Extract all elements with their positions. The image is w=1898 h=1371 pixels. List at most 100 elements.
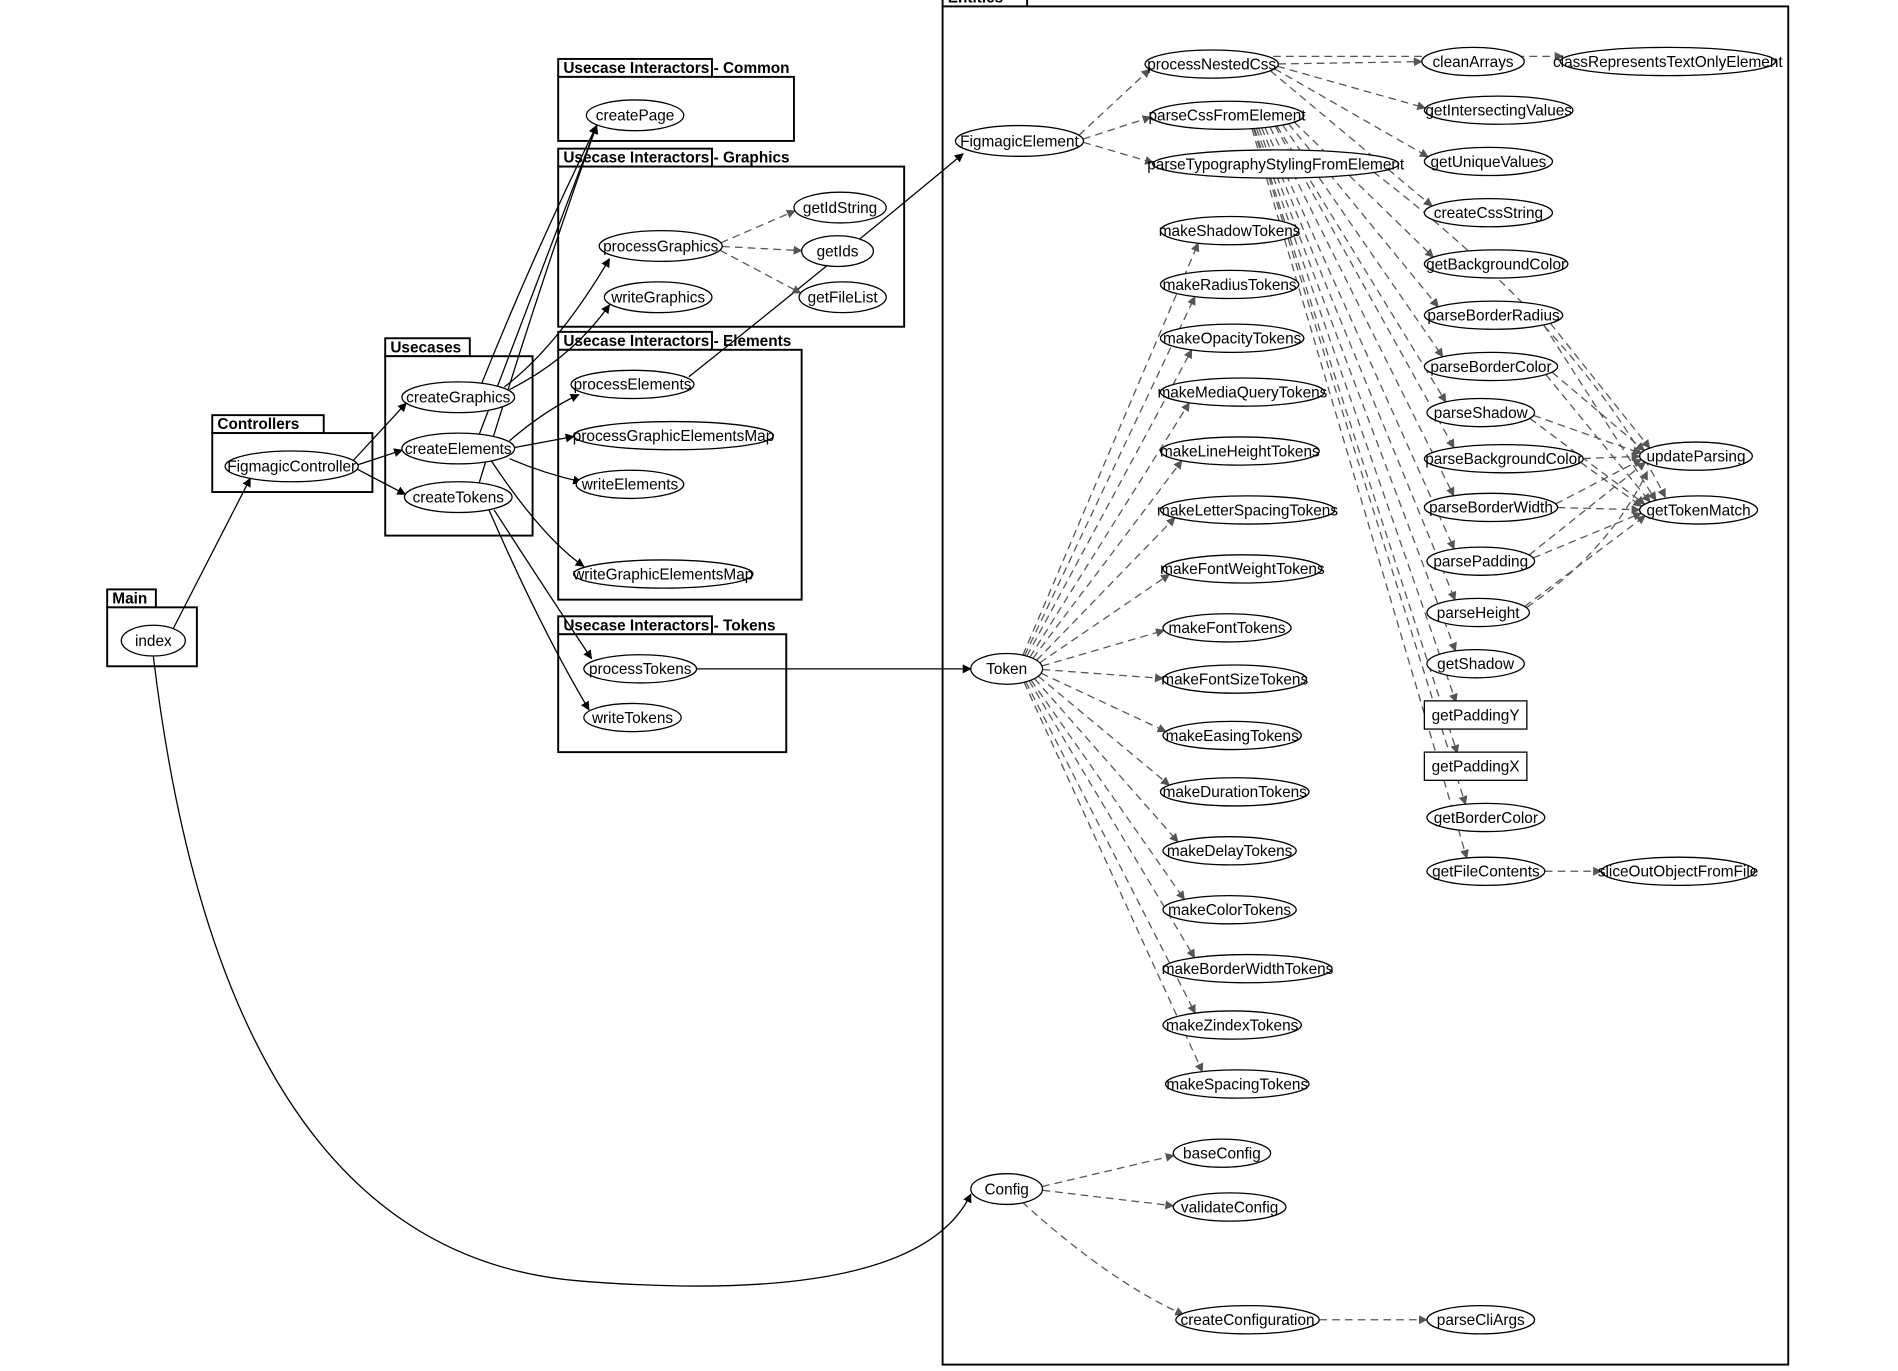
node-makeFontWeightTokens: makeFontWeightTokens <box>1160 555 1325 583</box>
node-token: Token <box>971 653 1043 684</box>
node-label-makeBorderWidthTokens: makeBorderWidthTokens <box>1162 961 1334 978</box>
node-getIds: getIds <box>802 236 874 267</box>
node-makeZindexTokens: makeZindexTokens <box>1163 1011 1301 1039</box>
node-label-createGraphics: createGraphics <box>406 390 510 407</box>
node-label-getIdString: getIdString <box>803 200 877 217</box>
node-label-getPaddingX: getPaddingX <box>1432 759 1520 776</box>
node-label-processTokens: processTokens <box>589 661 692 678</box>
node-parseShadow: parseShadow <box>1427 398 1535 426</box>
edge-index-figctrl <box>173 478 250 628</box>
cluster-label-uiGraphics: Usecase Interactors - Graphics <box>563 150 789 167</box>
cluster-label-uiTokens: Usecase Interactors - Tokens <box>563 617 775 634</box>
node-createCssString: createCssString <box>1424 199 1552 227</box>
node-label-createConfiguration: createConfiguration <box>1181 1312 1315 1329</box>
node-label-getFileList: getFileList <box>808 290 879 307</box>
node-label-figelem: FigmagicElement <box>960 133 1079 150</box>
node-label-getIntersectingValues: getIntersectingValues <box>1425 103 1572 120</box>
node-writeGraphicElementsMap: writeGraphicElementsMap <box>572 560 753 588</box>
node-processGraphics: processGraphics <box>599 231 722 262</box>
node-createPage: createPage <box>586 100 683 131</box>
node-label-getBorderColor: getBorderColor <box>1434 810 1538 827</box>
node-updateParsing: updateParsing <box>1640 442 1753 470</box>
node-label-writeTokens: writeTokens <box>591 710 673 727</box>
node-label-makeEasingTokens: makeEasingTokens <box>1166 728 1300 745</box>
node-makeShadowTokens: makeShadowTokens <box>1159 217 1301 245</box>
node-makeDelayTokens: makeDelayTokens <box>1163 837 1296 865</box>
node-createElements: createElements <box>402 433 515 464</box>
node-label-makeDelayTokens: makeDelayTokens <box>1167 843 1293 860</box>
node-label-config: Config <box>984 1181 1028 1198</box>
node-validateConfig: validateConfig <box>1173 1193 1286 1221</box>
node-getPaddingY: getPaddingY <box>1424 701 1527 729</box>
node-makeSpacingTokens: makeSpacingTokens <box>1166 1070 1310 1098</box>
node-label-index: index <box>135 633 172 650</box>
cluster-label-uiElements: Usecase Interactors - Elements <box>563 333 791 350</box>
node-label-getFileContents: getFileContents <box>1432 864 1540 881</box>
node-label-processNestedCss: processNestedCss <box>1147 56 1276 73</box>
cluster-uiTokens: Usecase Interactors - Tokens <box>558 616 786 752</box>
node-label-figctrl: FigmagicController <box>227 459 356 476</box>
node-makeMediaQueryTokens: makeMediaQueryTokens <box>1157 378 1327 406</box>
architecture-diagram: MainControllersUsecasesUsecase Interacto… <box>0 0 1898 1371</box>
node-label-makeFontTokens: makeFontTokens <box>1169 620 1286 637</box>
node-makeLineHeightTokens: makeLineHeightTokens <box>1160 437 1320 465</box>
node-processElements: processElements <box>571 370 694 398</box>
node-getIntersectingValues: getIntersectingValues <box>1424 96 1573 124</box>
node-makeLetterSpacingTokens: makeLetterSpacingTokens <box>1157 496 1338 524</box>
node-label-makeLineHeightTokens: makeLineHeightTokens <box>1160 443 1320 460</box>
node-getPaddingX: getPaddingX <box>1424 752 1527 780</box>
node-label-makeFontSizeTokens: makeFontSizeTokens <box>1161 671 1308 688</box>
node-parseCssFromElement: parseCssFromElement <box>1149 101 1307 129</box>
node-label-token: Token <box>986 661 1027 678</box>
node-parseBorderWidth: parseBorderWidth <box>1424 493 1557 521</box>
node-label-classRepresents: classRepresentsTextOnlyElement <box>1553 54 1783 71</box>
node-label-makeMediaQueryTokens: makeMediaQueryTokens <box>1157 384 1327 401</box>
node-label-baseConfig: baseConfig <box>1183 1146 1261 1163</box>
node-figctrl: FigmagicController <box>225 451 358 482</box>
node-label-validateConfig: validateConfig <box>1181 1199 1278 1216</box>
node-label-getPaddingY: getPaddingY <box>1432 707 1520 724</box>
node-getIdString: getIdString <box>794 192 886 223</box>
node-label-parseBorderColor: parseBorderColor <box>1430 359 1551 376</box>
node-label-createTokens: createTokens <box>413 489 505 506</box>
node-label-createPage: createPage <box>596 108 675 125</box>
node-label-processGraphicElementsMap: processGraphicElementsMap <box>573 428 774 445</box>
node-label-createElements: createElements <box>405 441 512 458</box>
node-label-makeRadiusTokens: makeRadiusTokens <box>1163 277 1297 294</box>
cluster-label-controllers: Controllers <box>217 416 299 433</box>
node-label-getIds: getIds <box>817 243 859 260</box>
node-label-sliceOutObject: sliceOutObjectFromFile <box>1598 864 1758 881</box>
node-classRepresents: classRepresentsTextOnlyElement <box>1553 47 1783 75</box>
node-config: Config <box>971 1174 1043 1205</box>
node-createTokens: createTokens <box>404 482 512 513</box>
cluster-uiElements: Usecase Interactors - Elements <box>558 332 801 600</box>
node-label-parseBackgroundColor: parseBackgroundColor <box>1425 451 1582 468</box>
node-label-processElements: processElements <box>574 377 692 394</box>
node-parseCliArgs: parseCliArgs <box>1427 1306 1535 1334</box>
node-getFileContents: getFileContents <box>1427 857 1545 885</box>
node-label-makeSpacingTokens: makeSpacingTokens <box>1166 1076 1308 1093</box>
node-label-makeShadowTokens: makeShadowTokens <box>1159 223 1301 240</box>
node-label-getBackgroundColor: getBackgroundColor <box>1426 256 1566 273</box>
node-label-makeDurationTokens: makeDurationTokens <box>1163 784 1308 801</box>
node-label-parseBorderRadius: parseBorderRadius <box>1427 308 1560 325</box>
node-processTokens: processTokens <box>584 655 697 683</box>
node-parsePadding: parsePadding <box>1427 547 1535 575</box>
node-label-makeZindexTokens: makeZindexTokens <box>1166 1017 1299 1034</box>
node-label-makeFontWeightTokens: makeFontWeightTokens <box>1160 561 1325 578</box>
node-makeRadiusTokens: makeRadiusTokens <box>1160 270 1298 298</box>
node-getBorderColor: getBorderColor <box>1427 803 1545 831</box>
node-label-parsePadding: parsePadding <box>1433 554 1528 571</box>
node-parseBorderRadius: parseBorderRadius <box>1424 301 1562 329</box>
node-processGraphicElementsMap: processGraphicElementsMap <box>573 422 774 450</box>
node-getFileList: getFileList <box>799 282 886 313</box>
node-index: index <box>121 625 185 656</box>
node-figelem: FigmagicElement <box>955 126 1083 157</box>
node-makeColorTokens: makeColorTokens <box>1163 896 1296 924</box>
node-label-parseCliArgs: parseCliArgs <box>1437 1312 1525 1329</box>
node-label-parseShadow: parseShadow <box>1434 405 1529 422</box>
node-label-getTokenMatch: getTokenMatch <box>1646 502 1750 519</box>
node-makeFontSizeTokens: makeFontSizeTokens <box>1161 665 1308 693</box>
node-label-parseHeight: parseHeight <box>1437 605 1521 622</box>
node-getBackgroundColor: getBackgroundColor <box>1424 250 1568 278</box>
